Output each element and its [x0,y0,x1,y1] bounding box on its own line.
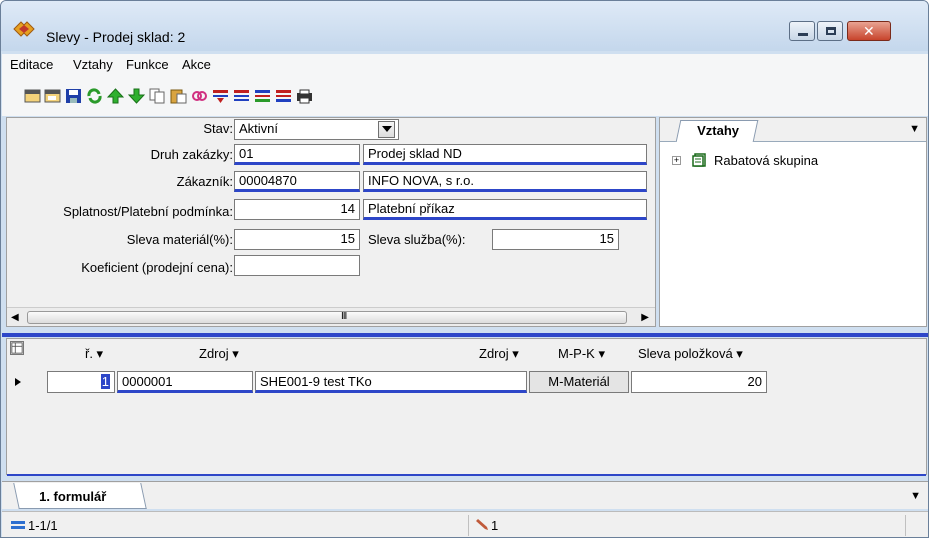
stav-select[interactable]: Aktivní [234,119,399,140]
koeficient-label: Koeficient (prodejní cena): [81,260,233,275]
cell-r[interactable]: 1 [47,371,115,393]
column-header-r[interactable]: ř. ▾ [85,346,103,362]
scroll-grip-icon: III [341,311,347,322]
move-up-icon[interactable] [107,88,124,104]
records-icon [11,521,25,529]
record-position: 1-1/1 [28,518,58,533]
maximize-button[interactable] [817,21,843,41]
splatnost-days-field[interactable]: 14 [234,199,360,220]
refresh-icon[interactable] [86,88,103,104]
filter-apply-icon[interactable] [275,88,292,104]
stav-dropdown-button[interactable] [378,121,395,138]
form-panel: Stav: Aktivní Druh zakázky: 01 Prodej sk… [6,117,656,327]
stav-value: Aktivní [239,121,279,136]
minimize-button[interactable] [789,21,815,41]
druh-zakazky-code-field[interactable]: 01 [234,144,360,165]
splatnost-label: Splatnost/Platební podmínka: [63,204,233,219]
status-count: 1 [491,518,499,533]
druh-zakazky-name-field[interactable]: Prodej sklad ND [363,144,647,165]
scroll-thumb[interactable]: III [27,311,627,324]
relations-dropdown-icon[interactable]: ▼ [909,123,920,135]
close-button[interactable]: ✕ [847,21,891,41]
tree-item-rabatova-skupina[interactable]: Rabatová skupina [714,153,818,168]
app-logo-icon [13,21,35,37]
sleva-material-field[interactable]: 15 [234,229,360,250]
menu-editace[interactable]: Editace [10,57,53,72]
column-header-mpk[interactable]: M-P-K ▾ [558,346,605,362]
chevron-down-icon [382,126,392,132]
stav-label: Stav: [203,121,233,136]
grid-options-icon[interactable] [10,341,24,355]
column-header-sleva-polozkova[interactable]: Sleva položková ▾ [638,346,743,362]
grid-divider [7,474,926,476]
zakaznik-code-field[interactable]: 00004870 [234,171,360,192]
print-icon[interactable] [296,88,313,104]
filter-edit-icon[interactable] [254,88,271,104]
status-separator-end [905,515,906,536]
save-icon[interactable] [65,88,82,104]
tab-formular-1-label: 1. formulář [39,489,107,504]
sleva-sluzba-field[interactable]: 15 [492,229,619,250]
sleva-sluzba-label: Sleva služba(%): [368,232,466,247]
form-tabs-dropdown-icon[interactable]: ▼ [910,490,921,502]
cell-zdroj-name[interactable]: SHE001-9 test TKo [255,371,527,393]
druh-zakazky-label: Druh zakázky: [150,147,233,162]
menu-funkce[interactable]: Funkce [126,57,169,72]
copy-record-icon[interactable] [44,88,61,104]
form-tab-strip: 1. formulář ▼ [2,481,928,509]
move-down-icon[interactable] [128,88,145,104]
filter-icon[interactable] [212,88,229,104]
cell-zdroj-code[interactable]: 0000001 [117,371,253,393]
menu-bar: Editace Vztahy Funkce Akce [2,54,928,76]
scroll-right-icon[interactable]: ▶ [641,312,649,323]
horizontal-scrollbar[interactable]: ◀ III ▶ [7,307,655,326]
menu-vztahy[interactable]: Vztahy [73,57,113,72]
link-icon[interactable] [191,88,208,104]
toolbar [2,76,928,116]
tab-vztahy[interactable]: Vztahy [675,120,759,142]
sleva-material-label: Sleva materiál(%): [126,232,233,247]
new-record-icon[interactable] [24,88,41,104]
cell-mpk[interactable]: M-Materiál [529,371,629,393]
status-bar: 1-1/1 1 [2,511,928,537]
minimize-icon [798,33,808,36]
tab-vztahy-label: Vztahy [697,123,740,138]
cell-r-value: 1 [100,374,110,389]
copy-icon[interactable] [149,88,166,104]
app-window: Slevy - Prodej sklad: 2 ✕ Editace Vztahy… [0,0,929,538]
paste-icon[interactable] [170,88,187,104]
tree-expand-icon[interactable]: + [672,156,681,165]
menu-akce[interactable]: Akce [182,57,211,72]
relations-panel: Vztahy ▼ + Rabatová skupina [659,117,927,327]
column-header-zdroj-code[interactable]: Zdroj ▾ [199,346,239,362]
items-grid: ř. ▾ Zdroj ▾ Zdroj ▾ M-P-K ▾ Sleva polož… [6,338,927,476]
panel-splitter[interactable] [2,333,928,337]
table-icon [692,153,706,167]
current-row-indicator-icon [15,378,21,386]
scroll-left-icon[interactable]: ◀ [11,312,19,323]
cell-sleva-polozkova[interactable]: 20 [631,371,767,393]
filter-clear-icon[interactable] [233,88,250,104]
relations-tab-strip: Vztahy ▼ [660,118,926,142]
koeficient-field[interactable] [234,255,360,276]
zakaznik-name-field[interactable]: INFO NOVA, s r.o. [363,171,647,192]
window-title: Slevy - Prodej sklad: 2 [46,29,186,45]
zakaznik-label: Zákazník: [176,174,233,189]
column-header-zdroj-name[interactable]: Zdroj ▾ [479,346,519,362]
close-icon: ✕ [863,23,875,39]
platebni-podminka-field[interactable]: Platební příkaz [363,199,647,220]
title-bar: Slevy - Prodej sklad: 2 ✕ [1,1,928,51]
maximize-icon [826,27,836,35]
pencil-icon [476,519,488,530]
status-separator [468,515,469,536]
tab-formular-1[interactable]: 1. formulář [13,483,147,509]
